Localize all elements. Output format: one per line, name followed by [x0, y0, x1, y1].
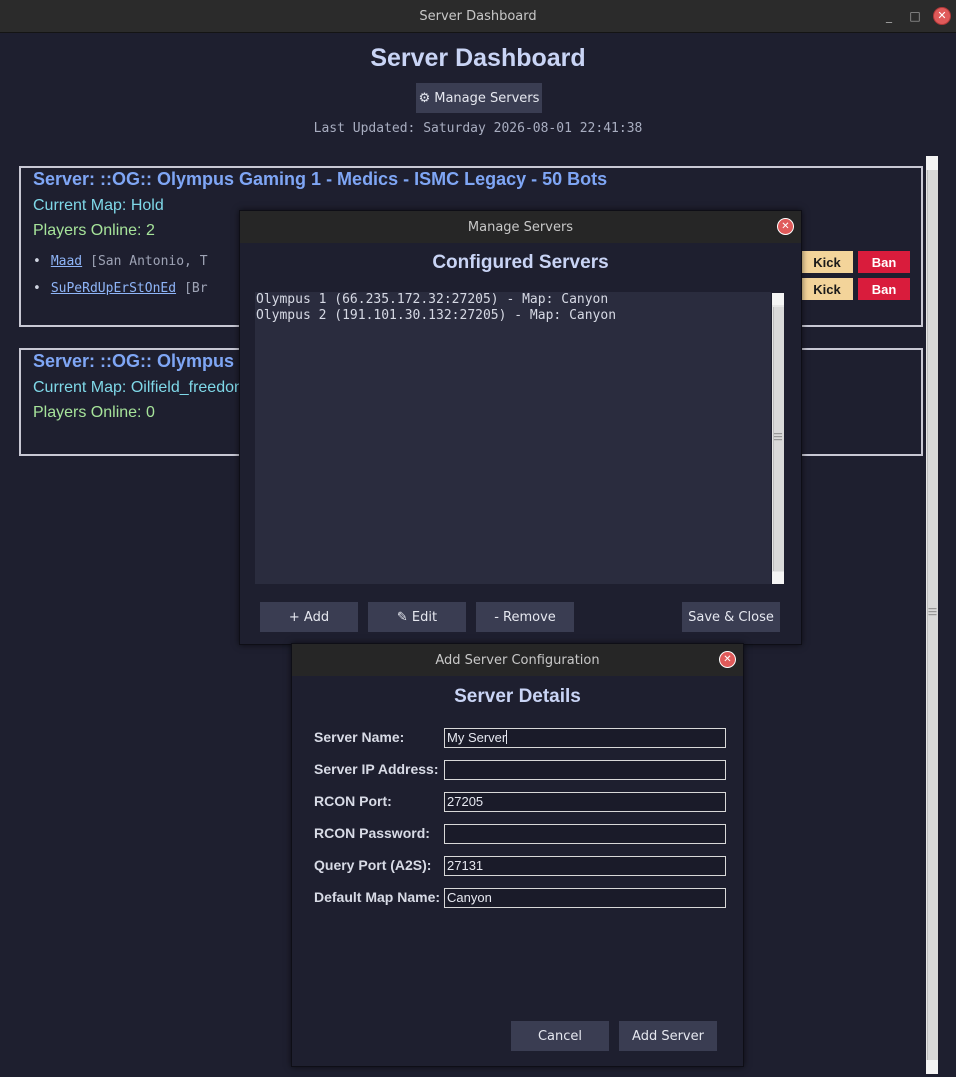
default-map-label: Default Map Name: — [314, 889, 441, 905]
last-updated: Last Updated: Saturday 2026-08-01 22:41:… — [313, 121, 643, 136]
list-item[interactable]: Olympus 2 (191.101.30.132:27205) - Map: … — [255, 308, 771, 324]
list-scrollbar[interactable]: — — — — [772, 293, 784, 584]
edit-button[interactable]: ✎ Edit — [368, 602, 466, 632]
player-name[interactable]: SuPeRdUpErStOnEd — [51, 281, 176, 296]
close-icon[interactable]: ✕ — [778, 219, 793, 234]
server-name: Server: ::OG:: Olympus Gaming 1 - Medics… — [33, 169, 608, 189]
close-icon[interactable]: ✕ — [720, 652, 735, 667]
configured-servers-heading: Configured Servers — [432, 252, 609, 273]
add-button[interactable]: + Add — [260, 602, 358, 632]
close-icon[interactable]: ✕ — [934, 8, 950, 24]
server-name-field[interactable]: My Server — [444, 728, 726, 748]
server-ip-label: Server IP Address: — [314, 761, 439, 777]
default-map-field[interactable]: Canyon — [444, 888, 726, 908]
rcon-port-field[interactable]: 27205 — [444, 792, 726, 812]
server-name-label: Server Name: — [314, 729, 405, 745]
window-titlebar: Server Dashboard _ □ ✕ — [0, 0, 956, 33]
dialog-title: Manage Servers — [467, 219, 574, 235]
query-port-label: Query Port (A2S): — [314, 857, 432, 873]
player-location: [San Antonio, T — [90, 254, 208, 269]
add-server-dialog: Add Server Configuration ✕ Server Detail… — [291, 643, 744, 1067]
save-close-button[interactable]: Save & Close — [682, 602, 780, 632]
dialog-title: Add Server Configuration — [435, 652, 600, 668]
server-list[interactable]: Olympus 1 (66.235.172.32:27205) - Map: C… — [255, 292, 771, 584]
bullet: • — [33, 281, 41, 296]
kick-button[interactable]: Kick — [801, 278, 853, 300]
current-map: Current Map: Hold — [33, 197, 164, 214]
manage-servers-dialog: Manage Servers ✕ Configured Servers Olym… — [239, 210, 802, 645]
cancel-button[interactable]: Cancel — [511, 1021, 609, 1051]
player-name[interactable]: Maad — [51, 254, 82, 269]
server-details-heading: Server Details — [454, 686, 581, 707]
rcon-password-label: RCON Password: — [314, 825, 430, 841]
rcon-password-field[interactable] — [444, 824, 726, 844]
window-title: Server Dashboard — [419, 8, 537, 24]
server-ip-field[interactable] — [444, 760, 726, 780]
player-row: • SuPeRdUpErStOnEd [Br — [33, 281, 208, 296]
bullet: • — [33, 254, 41, 269]
list-item[interactable]: Olympus 1 (66.235.172.32:27205) - Map: C… — [255, 292, 771, 308]
scroll-up-arrow[interactable] — [772, 293, 784, 305]
gear-icon: ⚙ — [418, 90, 431, 106]
kick-button[interactable]: Kick — [801, 251, 853, 273]
add-server-button[interactable]: Add Server — [619, 1021, 717, 1051]
players-online: Players Online: 2 — [33, 222, 155, 239]
player-row: • Maad [San Antonio, T — [33, 254, 208, 269]
manage-servers-label: Manage Servers — [434, 90, 540, 106]
main-scrollbar[interactable]: — — — — [926, 156, 938, 1074]
players-online: Players Online: 0 — [33, 404, 155, 421]
player-location: [Br — [184, 281, 208, 296]
query-port-field[interactable]: 27131 — [444, 856, 726, 876]
ban-button[interactable]: Ban — [858, 278, 910, 300]
rcon-port-label: RCON Port: — [314, 793, 392, 809]
grip-icon: — — — — [773, 429, 783, 445]
manage-servers-button[interactable]: ⚙ Manage Servers — [416, 83, 542, 113]
maximize-icon[interactable]: □ — [908, 9, 922, 23]
current-map: Current Map: Oilfield_freedon — [33, 379, 243, 396]
scroll-down-arrow[interactable] — [926, 1060, 938, 1074]
dialog-titlebar: Manage Servers ✕ — [240, 211, 801, 243]
scroll-down-arrow[interactable] — [772, 572, 784, 584]
scroll-up-arrow[interactable] — [926, 156, 938, 170]
text-caret — [506, 730, 508, 744]
minimize-icon[interactable]: _ — [882, 9, 896, 23]
dialog-titlebar: Add Server Configuration ✕ — [292, 644, 743, 676]
grip-icon: — — — — [928, 604, 937, 620]
page-title: Server Dashboard — [370, 44, 586, 72]
server-name-value: My Server — [447, 730, 507, 745]
remove-button[interactable]: - Remove — [476, 602, 574, 632]
ban-button[interactable]: Ban — [858, 251, 910, 273]
server-name: Server: ::OG:: Olympus — [33, 351, 235, 371]
